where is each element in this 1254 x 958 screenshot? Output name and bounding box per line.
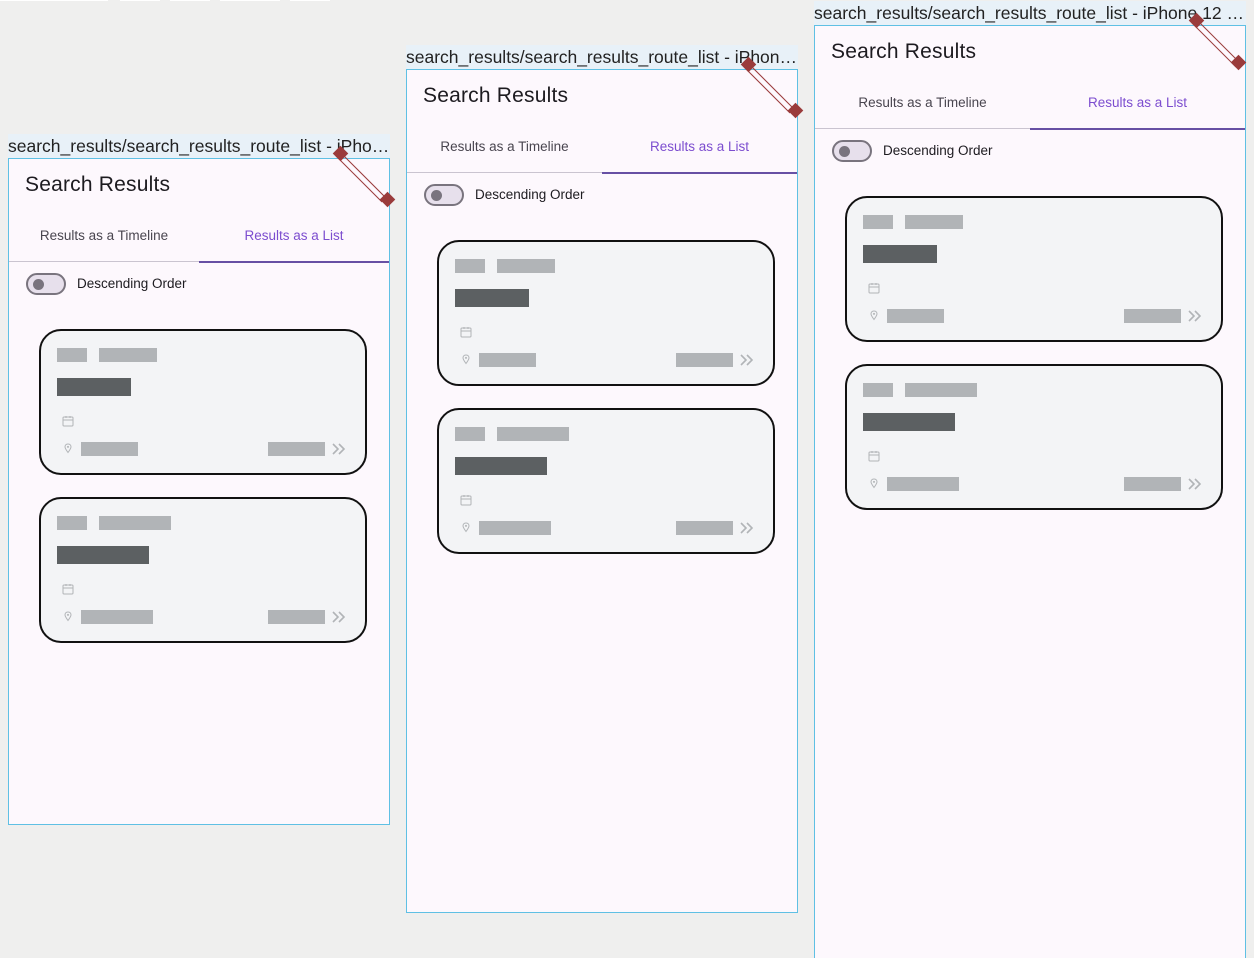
location-pin-icon [870, 310, 878, 321]
resize-handle-icon[interactable] [740, 56, 808, 123]
placeholder-text [887, 477, 959, 491]
placeholder-text [455, 427, 485, 441]
tab-list[interactable]: Results as a List [1030, 90, 1245, 128]
placeholder-text [863, 383, 893, 397]
device-frame-3: search_results/search_results_route_list… [814, 1, 1247, 958]
calendar-icon [868, 283, 880, 294]
result-card[interactable] [39, 329, 367, 475]
tab-timeline[interactable]: Results as a Timeline [9, 223, 199, 261]
location-pin-icon [870, 478, 878, 489]
placeholder-text [863, 215, 893, 229]
placeholder-text [81, 442, 138, 456]
placeholder-text [57, 348, 87, 362]
calendar-icon [868, 451, 880, 462]
double-chevron-right-icon [332, 611, 346, 623]
placeholder-text [676, 521, 733, 535]
tab-timeline[interactable]: Results as a Timeline [407, 134, 602, 172]
placeholder-text [99, 348, 157, 362]
tab-bar: Results as a Timeline Results as a List [407, 134, 797, 174]
placeholder-text [905, 383, 977, 397]
placeholder-title [863, 413, 955, 431]
result-card[interactable] [437, 240, 775, 386]
double-chevron-right-icon [1188, 478, 1202, 490]
page-title: Search Results [25, 173, 171, 196]
canvas-top-strip [290, 0, 330, 1]
double-chevron-right-icon [332, 443, 346, 455]
toggle-label: Descending Order [883, 143, 993, 158]
page-title: Search Results [831, 40, 977, 63]
tab-list[interactable]: Results as a List [199, 223, 389, 261]
placeholder-title [863, 245, 937, 263]
tab-list[interactable]: Results as a List [602, 134, 797, 172]
toggle-knob [839, 146, 850, 157]
screen: Search Results Results as a Timeline Res… [8, 158, 390, 825]
placeholder-text [455, 259, 485, 273]
toggle-label: Descending Order [77, 276, 187, 291]
placeholder-text [81, 610, 153, 624]
active-tab-indicator [1030, 128, 1245, 130]
double-chevron-right-icon [1188, 310, 1202, 322]
result-card[interactable] [845, 364, 1223, 510]
placeholder-text [676, 353, 733, 367]
toggle-knob [431, 190, 442, 201]
placeholder-text [887, 309, 944, 323]
page-title: Search Results [423, 84, 569, 107]
descending-order-toggle[interactable] [424, 184, 464, 206]
calendar-icon [460, 495, 472, 506]
tab-timeline[interactable]: Results as a Timeline [815, 90, 1030, 128]
placeholder-text [268, 442, 325, 456]
toggle-label: Descending Order [475, 187, 585, 202]
result-card[interactable] [437, 408, 775, 554]
canvas-top-strip [220, 0, 280, 1]
descending-order-toggle[interactable] [26, 273, 66, 295]
double-chevron-right-icon [740, 522, 754, 534]
placeholder-title [455, 457, 547, 475]
location-pin-icon [64, 443, 72, 454]
tab-bar: Results as a Timeline Results as a List [815, 90, 1245, 130]
device-frame-1: search_results/search_results_route_list… [8, 134, 396, 825]
screen: Search Results Results as a Timeline Res… [406, 69, 798, 913]
screen: Search Results Results as a Timeline Res… [814, 25, 1246, 958]
placeholder-title [57, 378, 131, 396]
active-tab-indicator [199, 261, 389, 263]
placeholder-text [99, 516, 171, 530]
frame-label[interactable]: search_results/search_results_route_list… [814, 1, 1246, 25]
resize-handle-icon[interactable] [332, 145, 400, 212]
descending-order-toggle[interactable] [832, 140, 872, 162]
placeholder-text [1124, 309, 1181, 323]
placeholder-title [57, 546, 149, 564]
placeholder-text [497, 427, 569, 441]
frame-label[interactable]: search_results/search_results_route_list… [8, 134, 390, 158]
canvas-top-strip [170, 0, 210, 1]
result-card[interactable] [845, 196, 1223, 342]
tab-bar: Results as a Timeline Results as a List [9, 223, 389, 263]
placeholder-text [905, 215, 963, 229]
calendar-icon [62, 416, 74, 427]
device-frame-2: search_results/search_results_route_list… [406, 45, 804, 913]
location-pin-icon [462, 522, 470, 533]
resize-handle-icon[interactable] [1188, 12, 1247, 79]
calendar-icon [460, 327, 472, 338]
canvas-top-strip [120, 0, 160, 1]
location-pin-icon [64, 611, 72, 622]
placeholder-text [479, 521, 551, 535]
placeholder-text [1124, 477, 1181, 491]
placeholder-text [497, 259, 555, 273]
toggle-knob [33, 279, 44, 290]
placeholder-text [57, 516, 87, 530]
placeholder-title [455, 289, 529, 307]
canvas-top-strip [0, 0, 108, 1]
active-tab-indicator [602, 172, 797, 174]
calendar-icon [62, 584, 74, 595]
frame-label[interactable]: search_results/search_results_route_list… [406, 45, 798, 69]
double-chevron-right-icon [740, 354, 754, 366]
result-card[interactable] [39, 497, 367, 643]
placeholder-text [479, 353, 536, 367]
location-pin-icon [462, 354, 470, 365]
placeholder-text [268, 610, 325, 624]
